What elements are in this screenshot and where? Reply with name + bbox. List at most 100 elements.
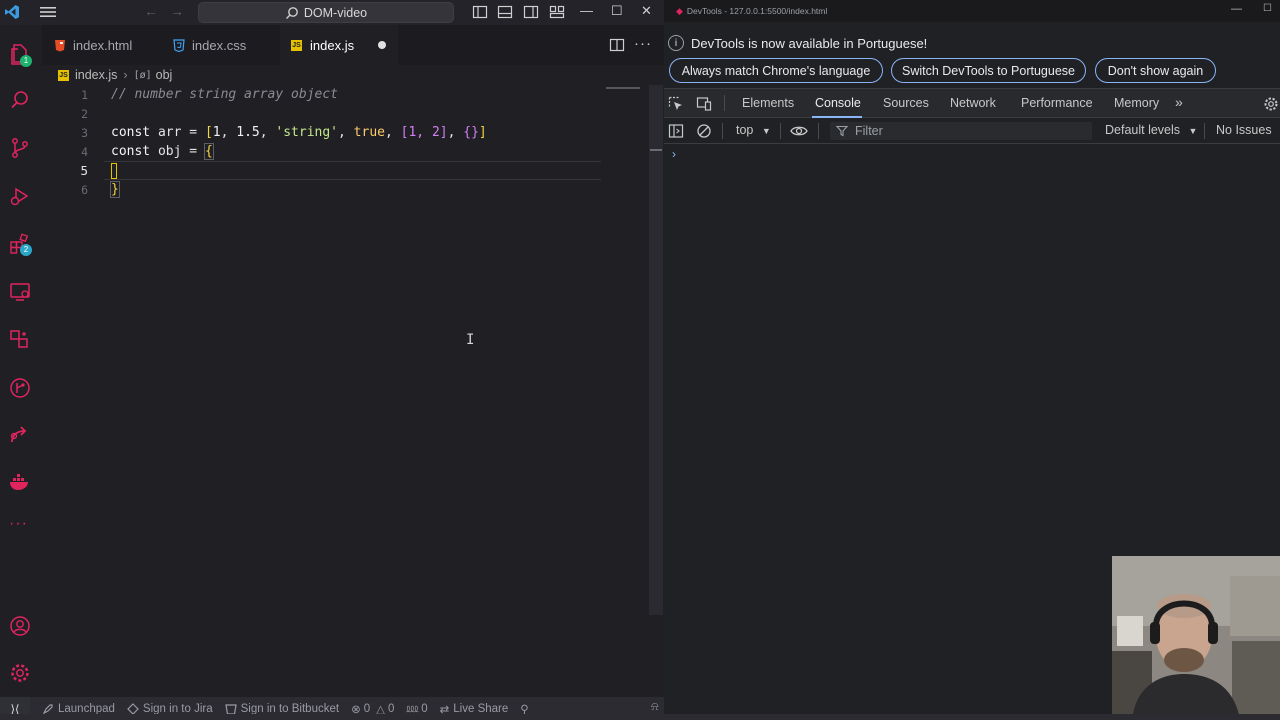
vertical-scrollbar[interactable] bbox=[649, 85, 663, 615]
string: 'string' bbox=[275, 125, 339, 140]
symbol-variable-icon: [ø] bbox=[133, 69, 152, 81]
source-control-icon[interactable] bbox=[8, 136, 32, 160]
html5-icon bbox=[55, 39, 65, 51]
tab-label: index.html bbox=[73, 37, 133, 53]
mouse-ibeam-icon: I bbox=[466, 332, 475, 348]
docker-icon[interactable] bbox=[8, 470, 32, 494]
js-icon: JS bbox=[291, 39, 302, 51]
accounts-icon[interactable] bbox=[8, 614, 32, 638]
code-editor[interactable]: 1 2 3 4 5 6 // number string array objec… bbox=[42, 85, 664, 697]
status-jira[interactable]: Sign in to Jira bbox=[127, 703, 213, 715]
tab-label: index.css bbox=[192, 37, 247, 53]
scrollbar-cursor-mark bbox=[650, 149, 662, 151]
inspect-element-icon[interactable] bbox=[668, 96, 684, 112]
live-expression-eye-icon[interactable] bbox=[790, 123, 808, 139]
tab-console[interactable]: Console bbox=[815, 96, 861, 110]
maximize-button[interactable]: ☐ bbox=[1263, 3, 1272, 14]
dont-show-again-button[interactable]: Don't show again bbox=[1095, 58, 1216, 83]
settings-gear-icon[interactable] bbox=[8, 661, 32, 685]
gitlens-icon[interactable] bbox=[8, 376, 32, 400]
keyword: const bbox=[111, 144, 151, 159]
unsaved-dot-icon[interactable] bbox=[378, 41, 386, 49]
tab-label: index.js bbox=[310, 37, 355, 53]
log-levels-dropdown[interactable]: Default levels ▼ bbox=[1105, 123, 1197, 137]
search-icon[interactable] bbox=[8, 88, 32, 112]
settings-gear-icon[interactable] bbox=[1263, 96, 1279, 112]
context-selector[interactable]: top ▼ bbox=[736, 123, 771, 137]
divider bbox=[818, 123, 819, 139]
code-line-arr: const arr = [1, 1.5, 'string', true, [1,… bbox=[111, 123, 487, 142]
devtools-title-bar: ◆ DevTools - 127.0.0.1:5500/index.html —… bbox=[664, 0, 1280, 22]
nested-array: [1, 2] bbox=[400, 125, 448, 140]
sidebar-toggle-icon[interactable] bbox=[668, 123, 684, 139]
status-bitbucket[interactable]: Sign in to Bitbucket bbox=[224, 702, 340, 715]
toggle-sidebar-icon[interactable] bbox=[472, 4, 488, 20]
command-center-search[interactable]: DOM-video bbox=[198, 2, 454, 23]
screen: ← → DOM-video — ☐ ✕ 1 2 ··· index.html i… bbox=[0, 0, 1280, 720]
ports-count: 0 bbox=[421, 702, 428, 715]
more-tabs-chevron-icon[interactable]: » bbox=[1175, 94, 1183, 110]
tab-elements[interactable]: Elements bbox=[742, 96, 794, 110]
punct: , bbox=[447, 125, 464, 140]
more-actions-icon[interactable]: ··· bbox=[634, 35, 652, 52]
more-views-icon[interactable]: ··· bbox=[9, 515, 28, 533]
boolean: true bbox=[353, 125, 385, 140]
breadcrumb-symbol[interactable]: obj bbox=[156, 68, 173, 82]
remote-explorer-icon[interactable] bbox=[8, 280, 32, 304]
tab-performance[interactable]: Performance bbox=[1021, 96, 1093, 110]
console-filter-input[interactable]: Filter bbox=[830, 122, 1092, 140]
current-line-highlight bbox=[104, 161, 601, 180]
clear-console-icon[interactable] bbox=[696, 123, 712, 139]
code-comment: // number string array object bbox=[111, 87, 338, 102]
status-label: Launchpad bbox=[58, 702, 115, 715]
jira-icon bbox=[127, 702, 139, 715]
device-toolbar-icon[interactable] bbox=[696, 96, 712, 112]
run-debug-icon[interactable] bbox=[8, 184, 32, 208]
breadcrumb-file[interactable]: index.js bbox=[75, 68, 117, 82]
close-button[interactable]: ✕ bbox=[641, 3, 652, 19]
tab-sources[interactable]: Sources bbox=[883, 96, 929, 110]
back-arrow-icon[interactable]: ← bbox=[144, 3, 158, 19]
customize-layout-icon[interactable] bbox=[549, 4, 565, 20]
live-share-icon[interactable] bbox=[8, 424, 32, 448]
line-number: 5 bbox=[80, 163, 88, 178]
notifications-bell-icon[interactable]: ⍾ bbox=[651, 701, 659, 714]
maximize-button[interactable]: ☐ bbox=[611, 3, 623, 19]
tab-index-css[interactable]: index.css bbox=[161, 25, 280, 65]
always-match-language-button[interactable]: Always match Chrome's language bbox=[669, 58, 883, 83]
breadcrumb: JS index.js › [ø] obj bbox=[42, 65, 664, 85]
editor-tabs: index.html index.css JS index.js ··· bbox=[42, 25, 664, 65]
testing-icon[interactable] bbox=[8, 328, 32, 352]
vscode-logo-icon bbox=[5, 5, 19, 19]
toggle-panel-icon[interactable] bbox=[497, 4, 513, 20]
minimize-button[interactable]: — bbox=[580, 3, 593, 18]
tab-index-html[interactable]: index.html bbox=[42, 25, 161, 65]
tab-network[interactable]: Network bbox=[950, 96, 996, 110]
number: 1 bbox=[212, 125, 221, 140]
status-label: Sign in to Bitbucket bbox=[240, 702, 340, 715]
search-icon bbox=[285, 6, 298, 19]
chevron-right-icon: › bbox=[123, 68, 128, 82]
status-launchpad[interactable]: Launchpad bbox=[42, 703, 115, 715]
tab-index-js[interactable]: JS index.js bbox=[280, 25, 398, 65]
minimap bbox=[606, 87, 640, 89]
tab-memory[interactable]: Memory bbox=[1114, 96, 1159, 110]
punct: , bbox=[338, 125, 354, 140]
presenter-video-image bbox=[1112, 556, 1280, 720]
context-label: top bbox=[736, 123, 754, 137]
line-number: 6 bbox=[81, 183, 88, 197]
line-number: 1 bbox=[81, 88, 88, 102]
split-editor-icon[interactable] bbox=[609, 37, 625, 53]
forward-arrow-icon[interactable]: → bbox=[170, 3, 184, 19]
dropdown-arrow-icon: ▼ bbox=[1188, 126, 1198, 136]
filter-funnel-icon bbox=[836, 125, 848, 137]
issues-counter[interactable]: No Issues bbox=[1216, 123, 1272, 137]
switch-to-portuguese-button[interactable]: Switch DevTools to Portuguese bbox=[891, 58, 1086, 83]
bracket: [ bbox=[204, 125, 213, 140]
infobar-text: DevTools is now available in Portuguese! bbox=[691, 35, 928, 51]
bitbucket-icon bbox=[224, 703, 237, 715]
punct: , bbox=[220, 125, 237, 140]
toggle-secondary-sidebar-icon[interactable] bbox=[523, 4, 539, 20]
minimize-button[interactable]: — bbox=[1231, 3, 1242, 15]
hamburger-menu-icon[interactable] bbox=[38, 4, 58, 20]
